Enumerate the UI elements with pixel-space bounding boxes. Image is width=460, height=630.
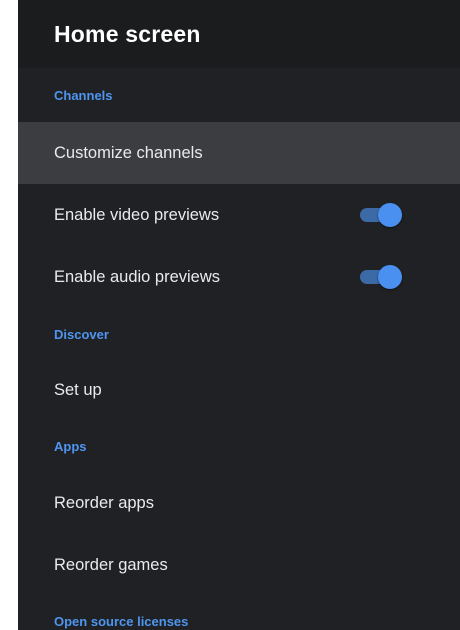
customize-channels-label: Customize channels — [54, 143, 203, 162]
audio-previews-label: Enable audio previews — [54, 267, 221, 286]
reorder-games-label: Reorder games — [54, 555, 168, 574]
reorder-games-item[interactable]: Reorder games — [18, 534, 460, 596]
settings-panel: Home screen Channels Customize channels … — [18, 0, 460, 630]
section-label-apps: Apps — [54, 438, 87, 454]
header: Home screen — [18, 0, 460, 68]
section-header-discover: Discover — [18, 308, 460, 360]
toggle-thumb — [378, 203, 402, 227]
toggle-thumb — [378, 265, 402, 289]
reorder-apps-item[interactable]: Reorder apps — [18, 472, 460, 534]
audio-previews-toggle[interactable] — [358, 264, 402, 290]
video-previews-item[interactable]: Enable video previews — [18, 184, 460, 246]
customize-channels-item[interactable]: Customize channels — [18, 122, 460, 184]
setup-item[interactable]: Set up — [18, 360, 460, 420]
reorder-apps-label: Reorder apps — [54, 493, 154, 512]
section-label-discover: Discover — [54, 326, 109, 342]
video-previews-label: Enable video previews — [54, 205, 220, 224]
setup-label: Set up — [54, 380, 102, 399]
section-header-apps: Apps — [18, 420, 460, 472]
page-title: Home screen — [54, 20, 201, 47]
video-previews-toggle[interactable] — [358, 202, 402, 228]
section-label-channels: Channels — [54, 87, 113, 103]
audio-previews-item[interactable]: Enable audio previews — [18, 246, 460, 308]
section-header-licenses[interactable]: Open source licenses — [18, 596, 460, 630]
section-header-channels: Channels — [18, 68, 460, 122]
section-label-licenses: Open source licenses — [54, 613, 189, 629]
